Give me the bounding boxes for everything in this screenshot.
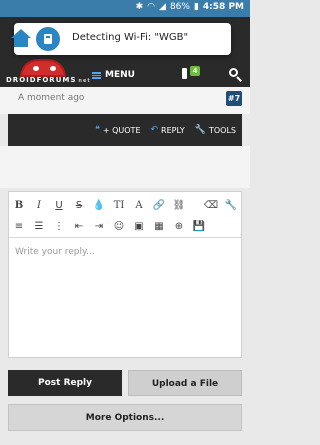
- logo-suffix: net: [78, 78, 91, 84]
- alerts-button[interactable]: 4: [178, 65, 208, 85]
- editor-toolbar-row-2: ≡ ☰ ⋮ ⇤ ⇥ ☺ ▣ ▦ ⊕ 💾: [9, 216, 241, 238]
- insert-icon[interactable]: ⊕: [169, 217, 189, 237]
- strikethrough-button[interactable]: S: [69, 195, 89, 215]
- tools-button[interactable]: 🔧 TOOLS: [195, 125, 236, 135]
- font-color-icon[interactable]: 💧: [89, 195, 109, 215]
- battery-level: 86%: [169, 2, 190, 12]
- status-bar: ✱ ◠ ◢ 86% ▮ 4:58 PM: [0, 0, 250, 17]
- home-icon: [8, 25, 34, 51]
- indent-icon[interactable]: ⇥: [89, 217, 109, 237]
- link-icon[interactable]: 🔗: [149, 195, 169, 215]
- editor-placeholder: Write your reply...: [15, 247, 95, 257]
- status-bar-right: ✱ ◠ ◢ 86% ▮ 4:58 PM: [136, 2, 244, 12]
- post-reply-button[interactable]: Post Reply: [8, 370, 122, 396]
- quote-button[interactable]: ❝ + QUOTE: [95, 125, 140, 135]
- menu-button[interactable]: MENU: [92, 65, 135, 85]
- battery-icon: ▮: [193, 2, 199, 12]
- wrench-icon[interactable]: 🔧: [221, 195, 241, 215]
- alerts-icon: [182, 68, 187, 79]
- hamburger-icon: [92, 71, 101, 79]
- logo-text: DROIDFORUMS: [6, 76, 77, 84]
- site-logo[interactable]: DROIDFORUMS net: [6, 57, 91, 87]
- clock: 4:58 PM: [202, 2, 244, 12]
- numbered-list-icon[interactable]: ⋮: [49, 217, 69, 237]
- quote-icon: ❝: [95, 125, 100, 135]
- wifi-icon: [36, 27, 60, 51]
- font-size-button[interactable]: TI: [109, 195, 129, 215]
- reply-icon: ↶: [150, 125, 159, 135]
- post-action-bar: ❝ + QUOTE ↶ REPLY 🔧 TOOLS: [8, 114, 242, 146]
- bold-button[interactable]: B: [9, 195, 29, 215]
- media-icon[interactable]: ▦: [149, 217, 169, 237]
- reply-button[interactable]: ↶ REPLY: [151, 125, 185, 135]
- reply-editor[interactable]: B I U S 💧 TI A 🔗 ⛓ ⌫ 🔧 ≡ ☰ ⋮ ⇤ ⇥ ☺ ▣ ▦ ⊕…: [8, 191, 242, 358]
- content-spacer: [0, 146, 250, 188]
- alerts-badge: 4: [190, 66, 200, 76]
- wifi-status-icon: ◠: [147, 2, 156, 12]
- post-meta: A moment ago #7: [0, 87, 250, 114]
- font-family-button[interactable]: A: [129, 195, 149, 215]
- underline-button[interactable]: U: [49, 195, 69, 215]
- post-time: A moment ago: [18, 93, 85, 103]
- save-draft-icon[interactable]: 💾: [189, 217, 209, 237]
- logo-dome: [20, 59, 66, 77]
- search-button[interactable]: [228, 67, 244, 83]
- post-number[interactable]: #7: [226, 91, 242, 106]
- outdent-icon[interactable]: ⇤: [69, 217, 89, 237]
- wrench-icon: 🔧: [194, 125, 206, 135]
- editor-toolbar-row-1: B I U S 💧 TI A 🔗 ⛓ ⌫ 🔧: [9, 194, 241, 216]
- smiley-icon[interactable]: ☺: [109, 217, 129, 237]
- align-icon[interactable]: ≡: [9, 217, 29, 237]
- more-options-button[interactable]: More Options...: [8, 404, 242, 431]
- bullet-list-icon[interactable]: ☰: [29, 217, 49, 237]
- italic-button[interactable]: I: [29, 195, 49, 215]
- upload-file-button[interactable]: Upload a File: [128, 370, 242, 396]
- toast-message: Detecting Wi-Fi: "WGB": [72, 32, 189, 43]
- unlink-icon[interactable]: ⛓: [169, 195, 189, 215]
- image-icon[interactable]: ▣: [129, 217, 149, 237]
- bluetooth-icon: ✱: [135, 2, 144, 12]
- signal-icon: ◢: [159, 2, 166, 12]
- eraser-icon[interactable]: ⌫: [201, 195, 221, 215]
- menu-label: MENU: [105, 70, 135, 80]
- wifi-toast: Detecting Wi-Fi: "WGB": [11, 23, 231, 55]
